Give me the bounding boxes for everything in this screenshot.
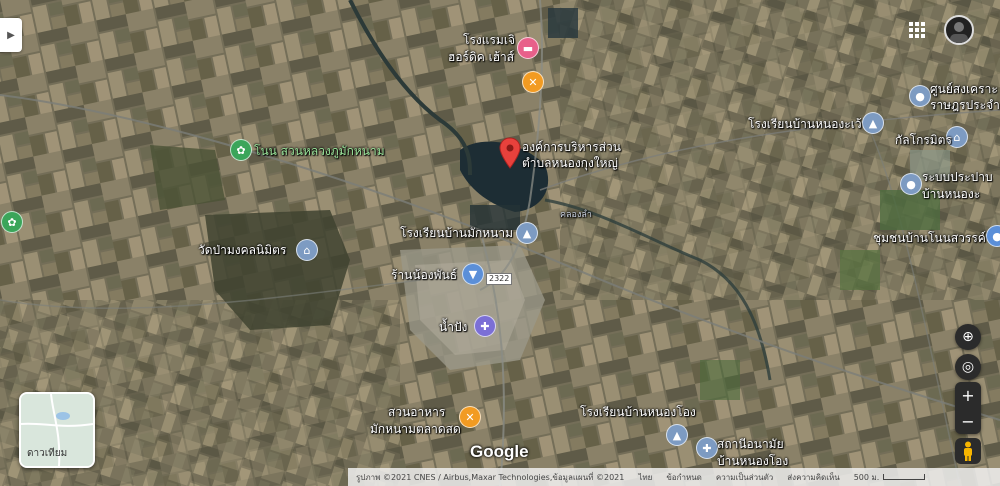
map-layer-thumbnail[interactable]: ดาวเทียม: [19, 392, 95, 468]
scale-indicator[interactable]: 500 ม.: [854, 471, 926, 484]
food-garden-icon[interactable]: ✕: [459, 406, 481, 428]
label-ne-place1[interactable]: ระบบประปาบ: [922, 170, 993, 184]
map-view[interactable]: ▬ ✕ ✿ ✿ ▲ ⌂ ▼ ✚ ✕ ▲ ✚ ▲ ● ⌂ ● ● โรงแรมเจ…: [0, 0, 1000, 486]
footer-privacy-link[interactable]: ความเป็นส่วนตัว: [716, 471, 773, 484]
globe-icon: ⊕: [962, 329, 974, 345]
pegman-icon: [964, 441, 972, 461]
map-footer: รูปภาพ ©2021 CNES / Airbus,Maxar Technol…: [348, 468, 1000, 486]
label-market[interactable]: มักหนามตลาดสด: [370, 422, 461, 436]
satellite-imagery[interactable]: [0, 0, 1000, 486]
label-resort[interactable]: ฮอร์ดิค เฮ้าส์: [448, 50, 514, 64]
label-sao-line1[interactable]: องค์การบริหารส่วน: [522, 140, 621, 154]
label-park[interactable]: โนน สวนหลวงภูมักหนาม: [254, 144, 385, 158]
medical-icon[interactable]: ✚: [474, 315, 496, 337]
restaurant-fork-knife-icon[interactable]: ✕: [522, 71, 544, 93]
school-icon-south[interactable]: ▲: [666, 424, 688, 446]
label-temple-ne[interactable]: กัลโกรมิตร: [895, 133, 952, 147]
label-shop[interactable]: ร้านน้องพันธ์: [391, 268, 457, 282]
label-sao-line2[interactable]: ตำบลหนองกุงใหญ่: [522, 156, 618, 170]
hotel-bed-icon[interactable]: ▬: [517, 37, 539, 59]
label-health-line2[interactable]: บ้านหนองโอง: [717, 454, 788, 468]
place-icon-northeast[interactable]: ●: [909, 85, 931, 107]
my-location-button[interactable]: ◎: [955, 354, 981, 380]
school-icon-center[interactable]: ▲: [516, 222, 538, 244]
label-community[interactable]: ชุมชนบ้านโนนสวรรค์: [873, 231, 986, 245]
label-ne-place2[interactable]: บ้านหนองะ: [922, 187, 980, 201]
chevron-right-icon: ▶: [7, 29, 15, 41]
label-ne-line2[interactable]: ราษฎรประจำ: [930, 98, 1000, 112]
label-school-ne[interactable]: โรงเรียนบ้านหนองะเว้: [748, 117, 862, 131]
scale-bar: [883, 474, 926, 480]
park-tree-icon-west[interactable]: ✿: [1, 211, 23, 233]
footer-feedback-link[interactable]: ส่งความคิดเห็น: [787, 471, 839, 484]
shopping-bag-icon[interactable]: ▼: [462, 263, 484, 285]
park-tree-icon[interactable]: ✿: [230, 139, 252, 161]
temple-icon[interactable]: ⌂: [296, 239, 318, 261]
health-center-icon[interactable]: ✚: [696, 437, 718, 459]
footer-terms-link[interactable]: ข้อกำหนด: [666, 471, 702, 484]
thumbnail-label: ดาวเทียม: [27, 448, 68, 459]
label-garden[interactable]: สวนอาหาร: [388, 405, 445, 419]
scale-label: 500 ม.: [853, 472, 880, 482]
label-hotel[interactable]: โรงแรมเจิ: [463, 33, 515, 47]
label-clinic[interactable]: น้ำปัง: [439, 320, 467, 334]
road-number-badge: 2322: [486, 273, 513, 285]
label-school-center[interactable]: โรงเรียนบ้านมักหนาม: [400, 226, 513, 240]
google-logo: Google: [470, 442, 529, 461]
footer-credit: รูปภาพ ©2021 CNES / Airbus,Maxar Technol…: [356, 472, 625, 482]
label-health-line1[interactable]: สถานีอนามัย: [717, 437, 784, 451]
zoom-control: + −: [955, 382, 981, 434]
globe-view-button[interactable]: ⊕: [955, 324, 981, 350]
label-canal: คลองลำ: [560, 210, 592, 220]
location-target-icon: ◎: [961, 359, 975, 375]
label-ne-line1[interactable]: ศูนย์สงเคราะ: [930, 82, 998, 96]
side-panel-toggle[interactable]: ▶: [0, 18, 22, 52]
label-temple[interactable]: วัดป่ามงคลนิมิตร: [198, 243, 286, 257]
pegman-street-view-button[interactable]: [955, 438, 981, 464]
apps-grid-icon[interactable]: [909, 22, 925, 38]
school-icon-northeast[interactable]: ▲: [862, 112, 884, 134]
footer-region-link[interactable]: ไทย: [638, 471, 652, 484]
zoom-in-button[interactable]: +: [955, 382, 981, 408]
account-avatar[interactable]: [944, 15, 974, 45]
place-icon-east[interactable]: ●: [900, 173, 922, 195]
selected-location-pin[interactable]: [499, 137, 521, 169]
zoom-out-button[interactable]: −: [955, 408, 981, 434]
label-school-south[interactable]: โรงเรียนบ้านหนองโอง: [580, 405, 696, 419]
